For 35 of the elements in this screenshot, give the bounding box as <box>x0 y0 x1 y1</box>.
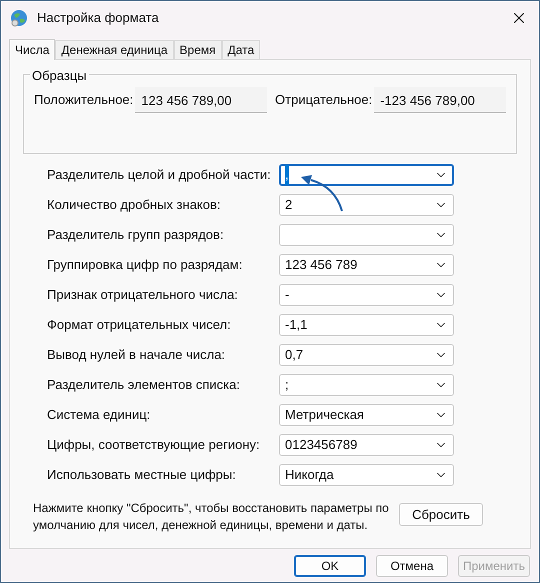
field-label: Количество дробных знаков: <box>47 196 222 214</box>
tab[interactable]: Денежная единица <box>55 40 174 59</box>
field-label: Группировка цифр по разрядам: <box>47 256 244 274</box>
field-label: Система единиц: <box>47 406 152 424</box>
reset-button[interactable]: Сбросить <box>399 503 483 526</box>
dropdown[interactable]: Никогда <box>279 464 454 486</box>
dialog-button[interactable]: OK <box>294 555 366 577</box>
dialog-button[interactable]: Отмена <box>376 555 448 577</box>
field-label: Цифры, соответствующие региону: <box>47 436 261 454</box>
dropdown[interactable]: 2 <box>279 194 454 216</box>
tab[interactable]: Дата <box>222 40 260 59</box>
dropdown[interactable]: ; <box>279 374 454 396</box>
dropdown[interactable]: -1,1 <box>279 314 454 336</box>
field-label: Разделитель целой и дробной части: <box>47 166 272 184</box>
field-label: Формат отрицательных чисел: <box>47 316 232 334</box>
tab[interactable]: Числа <box>9 39 56 60</box>
field-label: Использовать местные цифры: <box>47 466 237 484</box>
field-label: Признак отрицательного числа: <box>47 286 239 304</box>
field-label: Положительное: <box>34 91 134 110</box>
field-label: Разделитель элементов списка: <box>47 376 241 394</box>
field-label: Разделитель групп разрядов: <box>47 226 225 244</box>
globe-icon <box>10 9 28 27</box>
reset-note: Нажмите кнопку "Сбросить", чтобы восстановить параметры по умолчанию для чисел, денежной единицы, времени и даты. <box>33 500 390 534</box>
dropdown[interactable]: , <box>279 164 454 186</box>
dropdown[interactable]: Метрическая <box>279 404 454 426</box>
sample-value: -123 456 789,00 <box>374 87 506 113</box>
window-title: Настройка формата <box>37 9 159 28</box>
sample-value: 123 456 789,00 <box>135 87 268 113</box>
field-label: Вывод нулей в начале числа: <box>47 346 226 364</box>
field-label: Отрицательное: <box>275 91 372 110</box>
dropdown[interactable]: 0,7 <box>279 344 454 366</box>
dropdown[interactable]: - <box>279 284 454 306</box>
tab[interactable]: Время <box>174 40 222 59</box>
dropdown[interactable]: 0123456789 <box>279 434 454 456</box>
dropdown[interactable]: 123 456 789 <box>279 254 454 276</box>
